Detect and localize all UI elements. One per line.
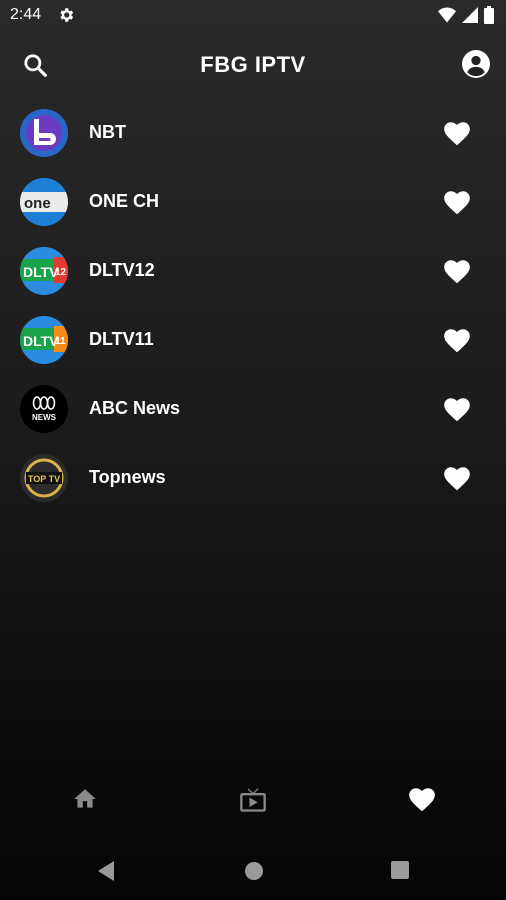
svg-text:DLTV: DLTV bbox=[23, 333, 59, 349]
signal-icon bbox=[462, 7, 478, 23]
app-title: FBG IPTV bbox=[200, 52, 306, 77]
channel-list: NBT one ONE CH DLTV 12 DLTV12 DLTV 11 DL… bbox=[0, 99, 506, 513]
heart-icon[interactable] bbox=[443, 189, 471, 215]
channel-name: NBT bbox=[89, 122, 126, 142]
topnews-logo-icon: TOP TV bbox=[20, 454, 68, 502]
abc-news-logo-icon: NEWS bbox=[20, 385, 68, 433]
home-icon[interactable] bbox=[72, 786, 98, 812]
system-navigation-bar bbox=[0, 840, 506, 900]
svg-text:TOP TV: TOP TV bbox=[28, 474, 60, 484]
account-icon[interactable] bbox=[462, 50, 490, 78]
dltv12-logo-icon: DLTV 12 bbox=[20, 247, 68, 295]
status-icons bbox=[438, 6, 494, 24]
heart-icon[interactable] bbox=[443, 396, 471, 422]
recents-icon[interactable] bbox=[390, 860, 410, 880]
svg-text:NEWS: NEWS bbox=[32, 413, 57, 422]
channel-name: ABC News bbox=[89, 398, 181, 418]
status-time: 2:44 bbox=[10, 6, 42, 23]
status-bar: 2:44 bbox=[0, 0, 506, 32]
dltv11-logo-icon: DLTV 11 bbox=[20, 316, 68, 364]
channel-name: ONE CH bbox=[89, 191, 160, 211]
home-circle-icon[interactable] bbox=[243, 860, 265, 882]
wifi-icon bbox=[438, 7, 456, 23]
tv-icon[interactable] bbox=[238, 786, 268, 814]
svg-text:DLTV: DLTV bbox=[23, 264, 59, 280]
list-item[interactable]: NBT bbox=[0, 99, 506, 168]
heart-icon[interactable] bbox=[443, 465, 471, 491]
channel-name: DLTV11 bbox=[89, 329, 154, 349]
back-icon[interactable] bbox=[96, 860, 116, 882]
one-ch-logo-icon: one bbox=[20, 178, 68, 226]
battery-icon bbox=[484, 6, 494, 24]
heart-icon[interactable] bbox=[443, 120, 471, 146]
svg-text:11: 11 bbox=[55, 336, 66, 347]
heart-icon[interactable] bbox=[443, 327, 471, 353]
list-item[interactable]: DLTV 12 DLTV12 bbox=[0, 237, 506, 306]
svg-text:one: one bbox=[24, 195, 51, 212]
list-item[interactable]: one ONE CH bbox=[0, 168, 506, 237]
list-item[interactable]: TOP TV Topnews bbox=[0, 444, 506, 513]
settings-gear-icon bbox=[60, 8, 74, 22]
heart-icon[interactable] bbox=[443, 258, 471, 284]
favorites-icon[interactable] bbox=[408, 786, 436, 812]
channel-name: Topnews bbox=[89, 467, 166, 487]
svg-text:12: 12 bbox=[55, 267, 67, 278]
list-item[interactable]: DLTV 11 DLTV11 bbox=[0, 306, 506, 375]
channel-name: DLTV12 bbox=[89, 260, 155, 280]
nbt-logo-icon bbox=[20, 109, 68, 157]
bottom-navigation bbox=[0, 772, 506, 832]
app-bar: FBG IPTV bbox=[0, 32, 506, 96]
list-item[interactable]: NEWS ABC News bbox=[0, 375, 506, 444]
